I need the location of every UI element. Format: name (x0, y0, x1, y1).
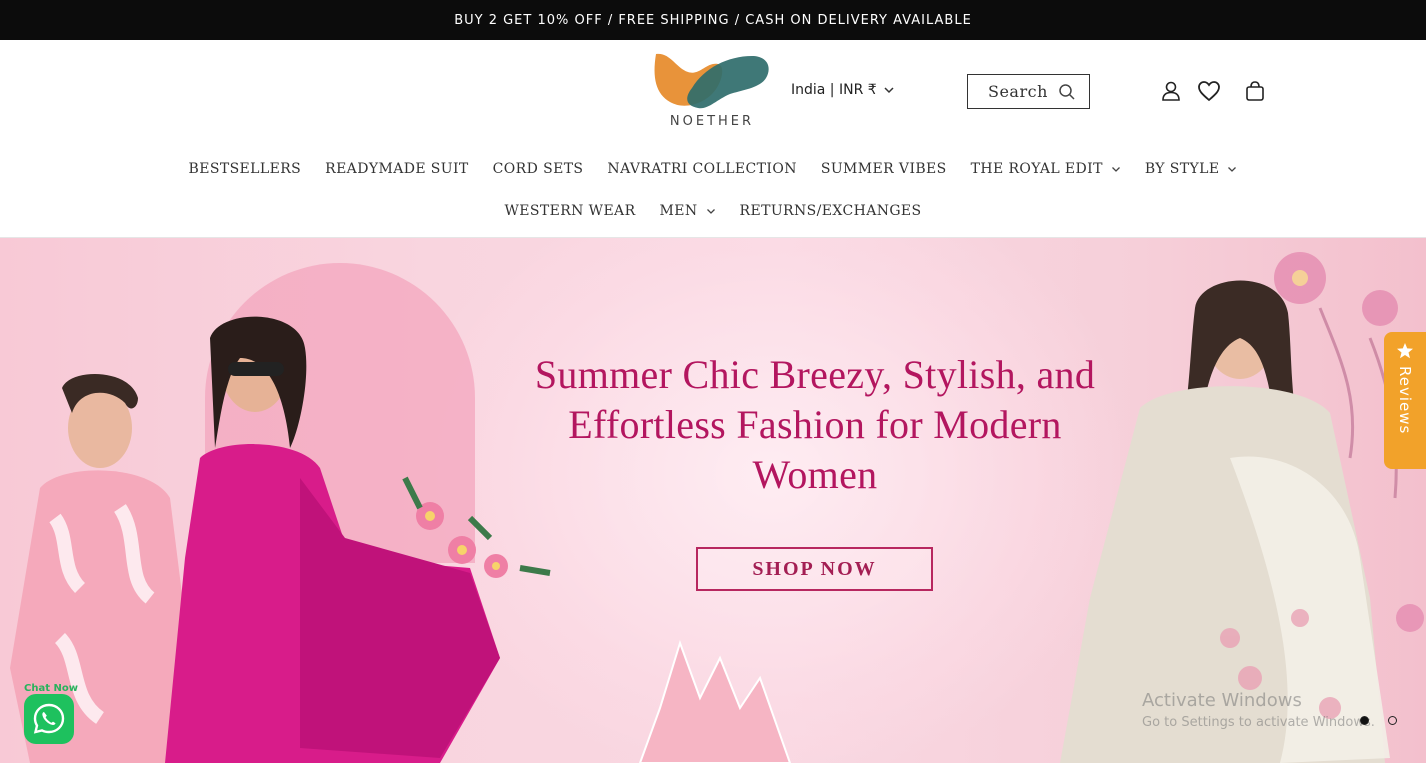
nav-label: BY STYLE (1144, 161, 1220, 177)
nav-the-royal-edit[interactable]: THE ROYAL EDIT (959, 159, 1133, 179)
site-header: NOETHER India | INR ₹ Search BESTSELLERS… (0, 40, 1426, 238)
search-icon (1059, 83, 1075, 100)
account-icon[interactable] (1158, 78, 1184, 104)
announcement-bar: BUY 2 GET 10% OFF / FREE SHIPPING / CASH… (0, 0, 1426, 40)
nav-label: NAVRATRI COLLECTION (607, 161, 797, 177)
hero-models-illustration (10, 252, 1424, 763)
nav-summer-vibes[interactable]: SUMMER VIBES (809, 159, 959, 179)
nav-label: SUMMER VIBES (820, 161, 947, 177)
shop-now-button[interactable]: SHOP NOW (696, 547, 933, 591)
nav-by-style[interactable]: BY STYLE (1133, 159, 1250, 179)
brand-name: NOETHER (669, 114, 755, 129)
announcement-text: BUY 2 GET 10% OFF / FREE SHIPPING / CASH… (454, 12, 972, 28)
nav-men[interactable]: MEN (648, 201, 728, 221)
chevron-down-icon (884, 87, 894, 94)
chevron-down-icon (1228, 166, 1237, 172)
nav-returns-exchanges[interactable]: RETURNS/EXCHANGES (728, 201, 934, 221)
reviews-label: Reviews (1396, 366, 1414, 435)
slider-dot-2[interactable] (1388, 716, 1397, 725)
star-icon (1397, 343, 1413, 359)
hero-headline: Summer Chic Breezy, Stylish, and Effortl… (534, 352, 1096, 497)
whatsapp-icon (33, 703, 65, 734)
slider-dot-1[interactable] (1360, 716, 1369, 725)
whatsapp-label: Chat Now (24, 683, 78, 694)
search-box[interactable]: Search (967, 74, 1090, 109)
nav-cord-sets[interactable]: CORD SETS (481, 159, 596, 179)
reviews-tab[interactable]: Reviews (1384, 332, 1426, 469)
nav-western-wear[interactable]: WESTERN WEAR (492, 201, 647, 221)
windows-activation-watermark: Activate Windows Go to Settings to activ… (1142, 690, 1375, 730)
nav-navratri-collection[interactable]: NAVRATRI COLLECTION (595, 159, 808, 179)
chevron-down-icon (706, 208, 715, 214)
chevron-down-icon (1111, 166, 1120, 172)
search-label: Search (988, 82, 1048, 101)
nav-readymade-suit[interactable]: READYMADE SUIT (313, 159, 481, 179)
country-label: India | INR ₹ (791, 82, 877, 98)
nav-label: THE ROYAL EDIT (970, 161, 1103, 177)
nav-bestsellers[interactable]: BESTSELLERS (177, 159, 314, 179)
wishlist-heart-icon[interactable] (1196, 78, 1222, 104)
watermark-line-2: Go to Settings to activate Windows. (1142, 715, 1375, 730)
header-icons (1158, 78, 1268, 104)
watermark-line-1: Activate Windows (1142, 690, 1302, 711)
main-nav-row-1: BESTSELLERS READYMADE SUIT CORD SETS NAV… (0, 159, 1426, 179)
slider-dots (1360, 716, 1397, 725)
nav-label: READYMADE SUIT (325, 161, 469, 177)
nav-label: RETURNS/EXCHANGES (739, 203, 922, 219)
cart-icon[interactable] (1242, 78, 1268, 104)
whatsapp-button[interactable] (24, 694, 74, 744)
brand-logo[interactable]: NOETHER (648, 50, 776, 136)
nav-label: WESTERN WEAR (504, 203, 636, 219)
nav-label: CORD SETS (492, 161, 584, 177)
main-nav-row-2: WESTERN WEAR MEN RETURNS/EXCHANGES (0, 201, 1426, 221)
hero-banner[interactable]: Summer Chic Breezy, Stylish, and Effortl… (0, 238, 1426, 763)
brand-logo-mark (654, 53, 769, 109)
nav-label: MEN (659, 203, 698, 219)
nav-label: BESTSELLERS (188, 161, 302, 177)
country-selector[interactable]: India | INR ₹ (791, 82, 895, 98)
